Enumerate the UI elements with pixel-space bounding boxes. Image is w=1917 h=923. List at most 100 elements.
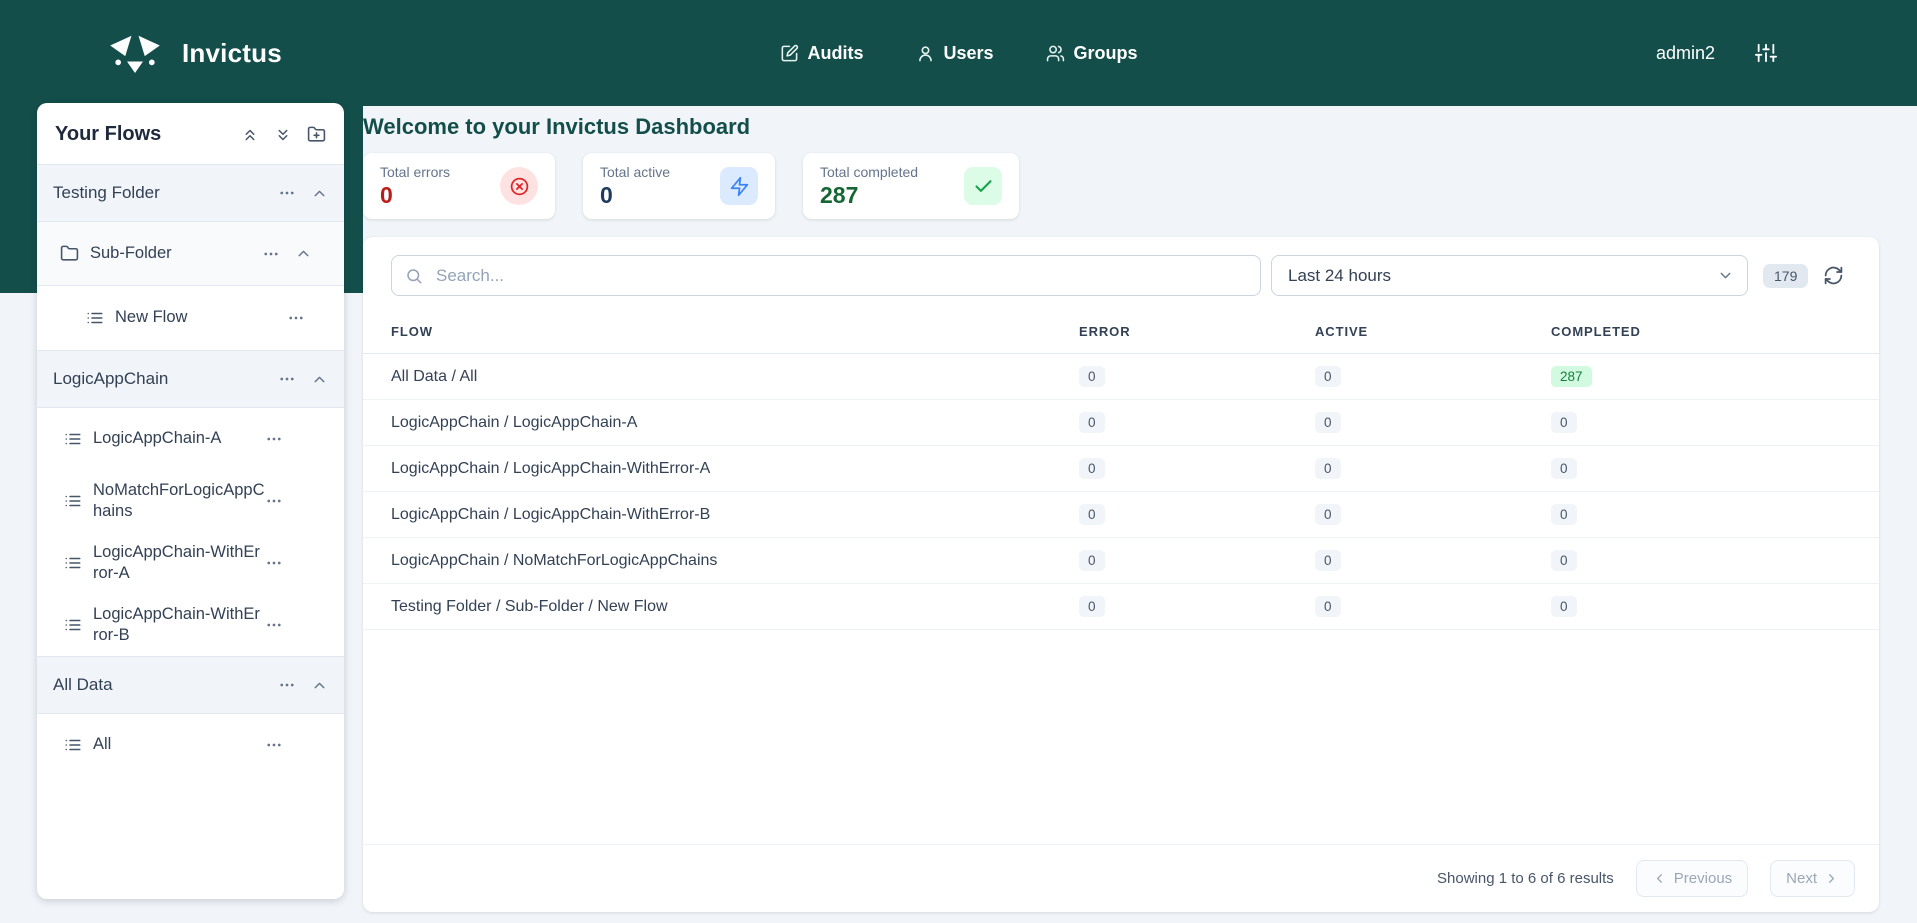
error-count: 0	[1079, 412, 1105, 433]
previous-label: Previous	[1674, 870, 1732, 887]
active-count: 0	[1315, 596, 1341, 617]
table-row[interactable]: All Data / All 0 0 287	[363, 354, 1879, 400]
folder-label: Sub-Folder	[90, 243, 262, 264]
completed-count: 0	[1551, 412, 1577, 433]
stat-label: Total errors	[380, 164, 450, 180]
nav-item-audits[interactable]: Audits	[779, 43, 863, 64]
expand-all-icon[interactable]	[274, 126, 292, 144]
chevron-up-icon[interactable]	[295, 245, 312, 262]
ellipsis-icon[interactable]	[262, 245, 280, 263]
audits-icon	[779, 44, 798, 63]
chevron-up-icon[interactable]	[311, 371, 328, 388]
user-icon	[915, 44, 934, 63]
search-input[interactable]	[391, 255, 1261, 296]
flow-cell: LogicAppChain / LogicAppChain-WithError-…	[391, 460, 1079, 478]
error-count: 0	[1079, 550, 1105, 571]
results-summary: Showing 1 to 6 of 6 results	[1437, 870, 1614, 887]
ellipsis-icon[interactable]	[265, 616, 283, 634]
sidebar-section-all-data[interactable]: All Data	[37, 656, 344, 714]
refresh-icon[interactable]	[1823, 265, 1844, 286]
chevron-up-icon[interactable]	[311, 185, 328, 202]
stat-card-total-errors: Total errors 0	[363, 153, 555, 219]
ellipsis-icon[interactable]	[265, 736, 283, 754]
top-navbar: Invictus Audits Users	[0, 0, 1917, 106]
nav-label: Users	[943, 43, 993, 64]
flow-cell: All Data / All	[391, 368, 1079, 386]
completed-count: 0	[1551, 596, 1577, 617]
ellipsis-icon[interactable]	[278, 184, 296, 202]
sidebar-section-testing-folder[interactable]: Testing Folder	[37, 164, 344, 222]
flow-icon	[86, 309, 104, 327]
stat-cards: Total errors 0 Total active 0 To	[363, 153, 1879, 219]
table-row[interactable]: LogicAppChain / LogicAppChain-A 0 0 0	[363, 400, 1879, 446]
flow-icon	[64, 616, 82, 634]
nav-item-groups[interactable]: Groups	[1046, 43, 1138, 64]
flow-icon	[64, 554, 82, 572]
error-circle-icon	[500, 167, 538, 205]
groups-icon	[1046, 44, 1065, 63]
sidebar-flow-logicappchain-a[interactable]: LogicAppChain-A	[37, 408, 344, 470]
count-badge: 179	[1763, 264, 1808, 288]
sliders-icon[interactable]	[1755, 42, 1777, 64]
user-menu[interactable]: admin2	[1656, 43, 1715, 64]
collapse-all-icon[interactable]	[241, 126, 259, 144]
sidebar-flow-logicappchain-witherror-a[interactable]: LogicAppChain-WithError-A	[37, 532, 344, 594]
flow-icon	[64, 736, 82, 754]
ellipsis-icon[interactable]	[278, 676, 296, 694]
stat-card-total-active: Total active 0	[583, 153, 775, 219]
completed-count: 0	[1551, 550, 1577, 571]
ellipsis-icon[interactable]	[265, 554, 283, 572]
chevron-down-icon	[1717, 267, 1734, 284]
sidebar-section-logicappchain[interactable]: LogicAppChain	[37, 350, 344, 408]
check-icon	[964, 167, 1002, 205]
time-range-value: Last 24 hours	[1288, 266, 1391, 286]
table-row[interactable]: LogicAppChain / NoMatchForLogicAppChains…	[363, 538, 1879, 584]
add-folder-icon[interactable]	[307, 125, 326, 144]
ellipsis-icon[interactable]	[265, 430, 283, 448]
active-count: 0	[1315, 366, 1341, 387]
previous-button[interactable]: Previous	[1636, 860, 1748, 897]
sidebar-tools	[241, 125, 326, 144]
stat-value: 0	[380, 182, 450, 209]
next-button[interactable]: Next	[1770, 860, 1855, 897]
col-header-flow: FLOW	[391, 324, 1079, 339]
sidebar-flow-logicappchain-witherror-b[interactable]: LogicAppChain-WithError-B	[37, 594, 344, 656]
error-count: 0	[1079, 596, 1105, 617]
stat-card-total-completed: Total completed 287	[803, 153, 1019, 219]
table-header-row: FLOW ERROR ACTIVE COMPLETED	[363, 310, 1879, 354]
table-footer: Showing 1 to 6 of 6 results Previous Nex…	[363, 844, 1879, 912]
sidebar-folder-sub-folder[interactable]: Sub-Folder	[37, 222, 344, 286]
nav-label: Groups	[1074, 43, 1138, 64]
folder-icon	[60, 244, 79, 263]
chevron-up-icon[interactable]	[311, 677, 328, 694]
flow-cell: LogicAppChain / LogicAppChain-A	[391, 414, 1079, 432]
flow-cell: LogicAppChain / NoMatchForLogicAppChains	[391, 552, 1079, 570]
completed-count: 0	[1551, 458, 1577, 479]
active-count: 0	[1315, 550, 1341, 571]
nav-item-users[interactable]: Users	[915, 43, 993, 64]
ellipsis-icon[interactable]	[265, 492, 283, 510]
sidebar-flow-new-flow[interactable]: New Flow	[37, 286, 344, 350]
active-count: 0	[1315, 412, 1341, 433]
page-title: Welcome to your Invictus Dashboard	[363, 114, 1879, 140]
flow-icon	[64, 492, 82, 510]
flow-label: NoMatchForLogicAppChains	[93, 480, 265, 522]
sidebar-flow-nomatchforlogicappchains[interactable]: NoMatchForLogicAppChains	[37, 470, 344, 532]
table-row[interactable]: LogicAppChain / LogicAppChain-WithError-…	[363, 446, 1879, 492]
search-icon	[405, 267, 423, 285]
brand[interactable]: Invictus	[104, 32, 282, 75]
stat-value: 287	[820, 182, 918, 209]
ellipsis-icon[interactable]	[287, 309, 305, 327]
time-range-select[interactable]: Last 24 hours	[1271, 255, 1748, 296]
section-label: All Data	[53, 675, 278, 695]
invictus-logo-icon	[104, 32, 166, 75]
col-header-completed: COMPLETED	[1551, 324, 1851, 339]
ellipsis-icon[interactable]	[278, 370, 296, 388]
table-row[interactable]: LogicAppChain / LogicAppChain-WithError-…	[363, 492, 1879, 538]
brand-name: Invictus	[182, 38, 282, 69]
sidebar-flow-all[interactable]: All	[37, 714, 344, 776]
table-toolbar: Last 24 hours 179	[363, 237, 1879, 310]
flow-label: LogicAppChain-WithError-A	[93, 542, 265, 584]
table-row[interactable]: Testing Folder / Sub-Folder / New Flow 0…	[363, 584, 1879, 630]
row-actions	[287, 309, 305, 327]
